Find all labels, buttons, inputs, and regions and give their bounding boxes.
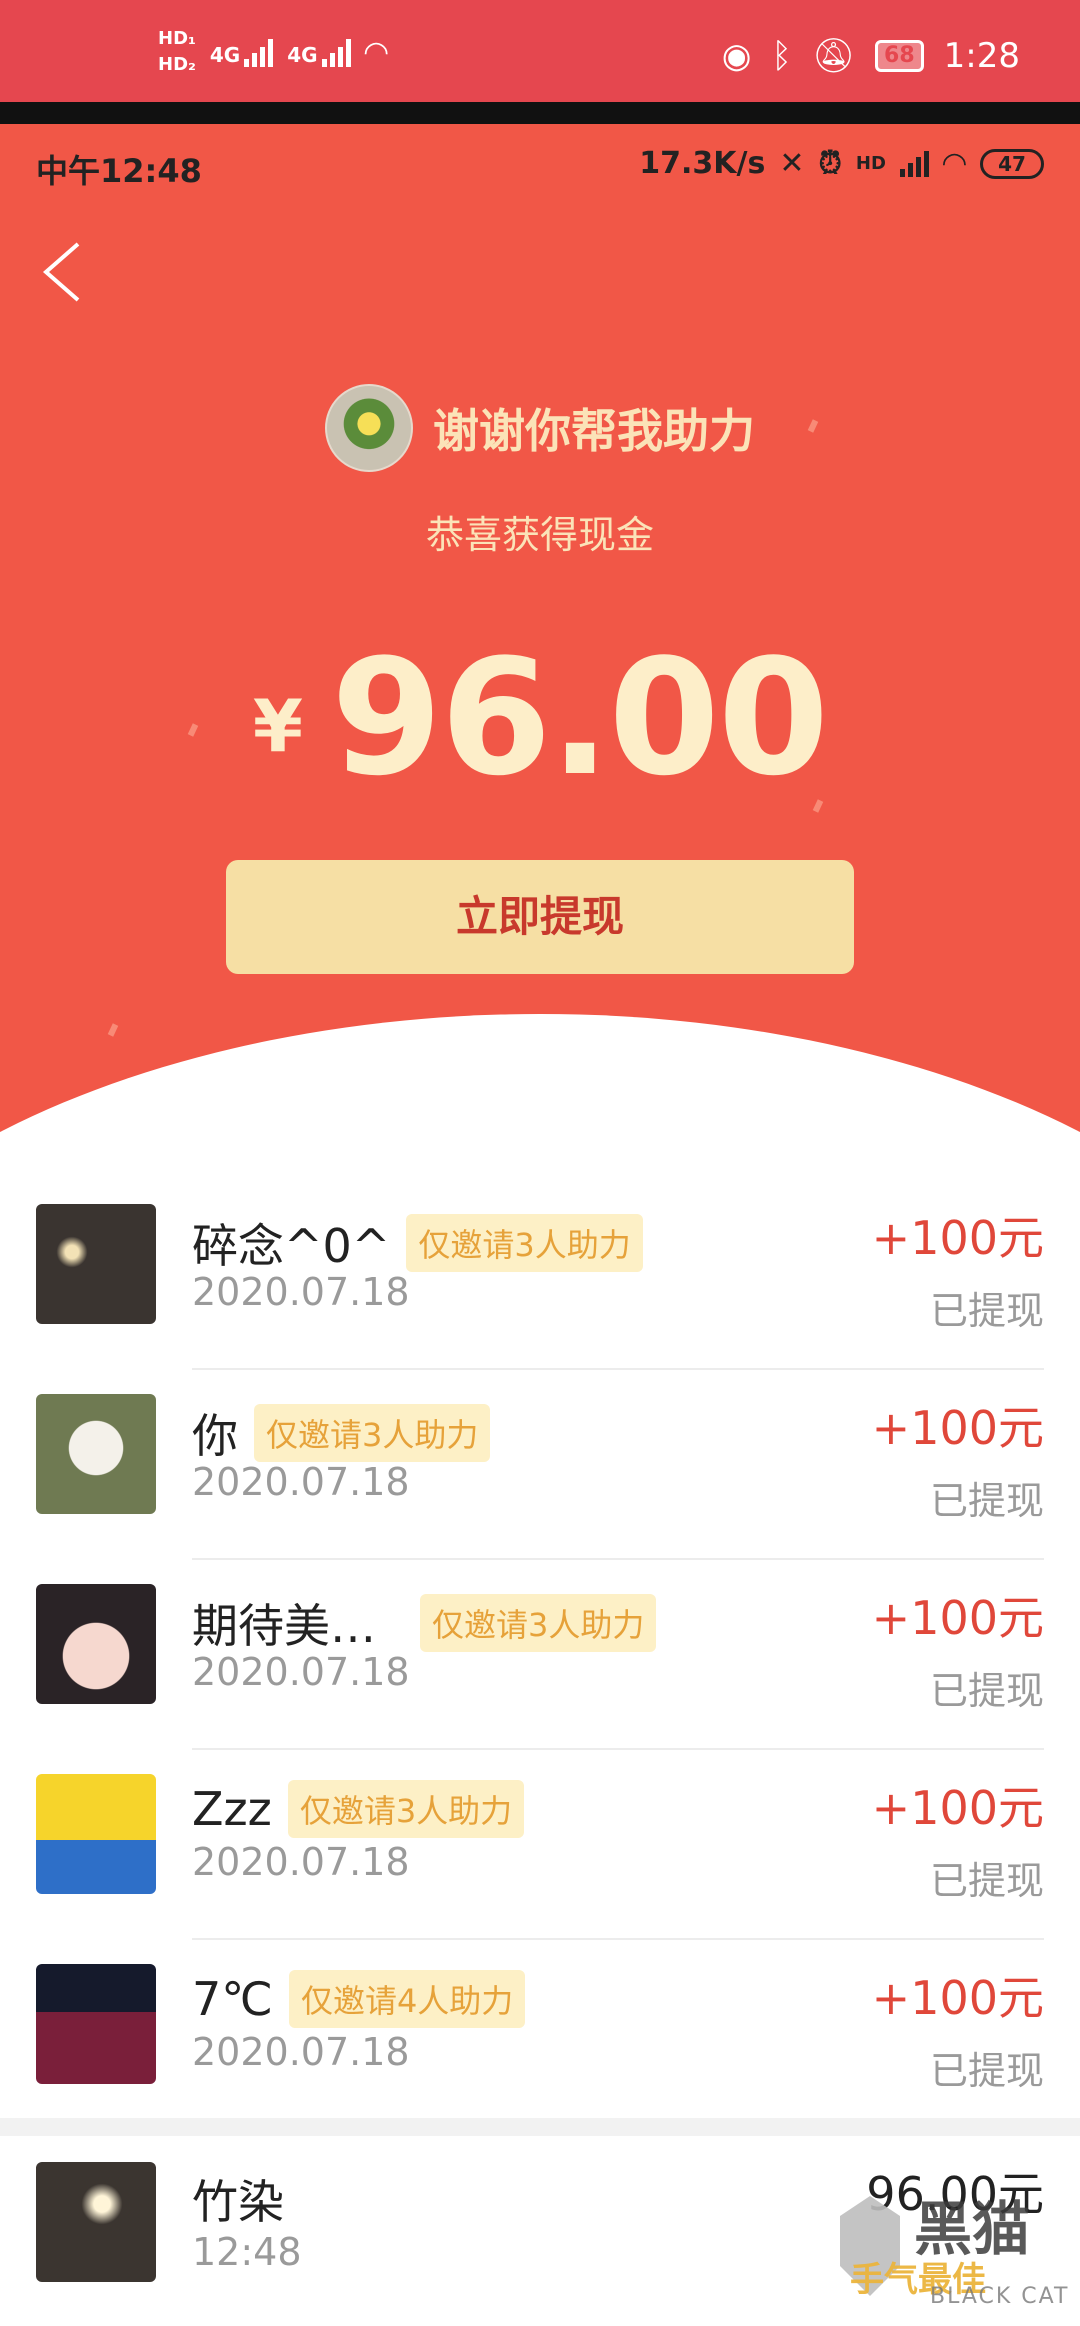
- invite-tag: 仅邀请3人助力: [254, 1404, 490, 1462]
- amount-value: 96.00: [331, 624, 827, 811]
- outer-status-bar: HD₁ HD₂ 4G 4G ◠ ◉ ᛒ 🔕︎ 68 1:28: [0, 0, 1080, 102]
- record-date: 2020.07.18: [192, 1840, 410, 1884]
- record-status: 已提现: [930, 1280, 1044, 1335]
- currency-symbol: ¥: [253, 684, 303, 768]
- record-amount: +100元: [872, 1772, 1044, 1838]
- signal-icon: [900, 151, 929, 177]
- vibrate-off-icon: ✕: [779, 146, 804, 181]
- wifi-icon: ◠: [943, 146, 966, 181]
- subtitle: 恭喜获得现金: [0, 504, 1080, 559]
- list-item[interactable]: 7℃ 仅邀请4人助力 2020.07.18 +100元 已提现: [0, 1940, 1080, 2118]
- bluetooth-icon: ᛒ: [771, 36, 791, 76]
- avatar: [325, 384, 413, 472]
- hd2-label: HD₂: [158, 54, 196, 76]
- record-name: 竹染: [192, 2166, 284, 2232]
- avatar: [36, 1774, 156, 1894]
- back-button[interactable]: [34, 232, 94, 312]
- page-title: 谢谢你帮我助力: [433, 395, 755, 461]
- avatar: [36, 1394, 156, 1514]
- avatar: [36, 2162, 156, 2282]
- network-type-label: 4G: [287, 43, 317, 67]
- cash-amount: ¥96.00: [0, 624, 1080, 811]
- withdraw-button[interactable]: 立即提现: [226, 860, 854, 974]
- signal-1-icon: 4G: [210, 37, 273, 67]
- record-name: Zzz: [192, 1782, 272, 1836]
- record-date: 2020.07.18: [192, 1650, 410, 1694]
- outer-clock: 1:28: [944, 36, 1020, 76]
- record-time: 12:48: [192, 2230, 302, 2274]
- record-name: 你: [192, 1400, 238, 1466]
- net-speed: 17.3K/s: [639, 146, 765, 181]
- inner-clock: 中午12:48: [36, 146, 202, 192]
- record-amount: +100元: [872, 1392, 1044, 1458]
- record-status: 已提现: [930, 1470, 1044, 1525]
- record-name: 7℃: [192, 1972, 273, 2026]
- alarm-icon: ⏰︎: [819, 146, 842, 181]
- chevron-left-icon: [34, 232, 94, 312]
- network-type-label: 4G: [210, 43, 240, 67]
- avatar: [36, 1584, 156, 1704]
- invite-tag: 仅邀请3人助力: [288, 1780, 524, 1838]
- header-area: 中午12:48 17.3K/s ✕ ⏰︎ HD ◠ 47 谢谢你帮我助力 恭喜获…: [0, 124, 1080, 1134]
- invite-tag: 仅邀请4人助力: [289, 1970, 525, 2028]
- wifi-icon: ◠: [365, 35, 388, 70]
- inner-status-bar: 中午12:48 17.3K/s ✕ ⏰︎ HD ◠ 47: [0, 124, 1080, 204]
- avatar: [36, 1204, 156, 1324]
- sparkle: [108, 1023, 119, 1036]
- avatar: [36, 1964, 156, 2084]
- record-amount: +100元: [872, 1582, 1044, 1648]
- record-amount: +100元: [872, 1962, 1044, 2028]
- battery-icon: 47: [980, 149, 1044, 179]
- invite-tag: 仅邀请3人助力: [406, 1214, 642, 1272]
- mute-bell-icon: 🔕︎: [812, 36, 855, 76]
- header-row: 谢谢你帮我助力: [0, 384, 1080, 472]
- record-date: 2020.07.18: [192, 1270, 410, 1314]
- record-name: 期待美…: [192, 1590, 376, 1656]
- battery-icon: 68: [875, 40, 924, 72]
- hd1-label: HD₁: [158, 28, 196, 50]
- record-status: 已提现: [930, 1850, 1044, 1905]
- record-status: 已提现: [930, 1660, 1044, 1715]
- record-name: 碎念^0^: [192, 1210, 390, 1276]
- record-amount: +100元: [872, 1202, 1044, 1268]
- list-item[interactable]: 你 仅邀请3人助力 2020.07.18 +100元 已提现: [0, 1370, 1080, 1560]
- section-divider: [0, 2118, 1080, 2136]
- hd-signal-icon: HD: [856, 153, 886, 174]
- signal-2-icon: 4G: [287, 37, 350, 67]
- record-date: 2020.07.18: [192, 2030, 410, 2074]
- list-item[interactable]: 碎念^0^ 仅邀请3人助力 2020.07.18 +100元 已提现: [0, 1180, 1080, 1370]
- watermark-logo: 黑猫 手气最佳 BLACK CAT: [810, 2180, 1080, 2310]
- invite-tag: 仅邀请3人助力: [420, 1594, 656, 1652]
- record-status: 已提现: [930, 2040, 1044, 2095]
- list-item[interactable]: Zzz 仅邀请3人助力 2020.07.18 +100元 已提现: [0, 1750, 1080, 1940]
- eye-icon: ◉: [722, 36, 752, 76]
- list-item[interactable]: 期待美… 仅邀请3人助力 2020.07.18 +100元 已提现: [0, 1560, 1080, 1750]
- watermark-english: BLACK CAT: [930, 2284, 1069, 2309]
- record-list: 碎念^0^ 仅邀请3人助力 2020.07.18 +100元 已提现 你 仅邀请…: [0, 1180, 1080, 2326]
- bezel-band: [0, 102, 1080, 124]
- record-date: 2020.07.18: [192, 1460, 410, 1504]
